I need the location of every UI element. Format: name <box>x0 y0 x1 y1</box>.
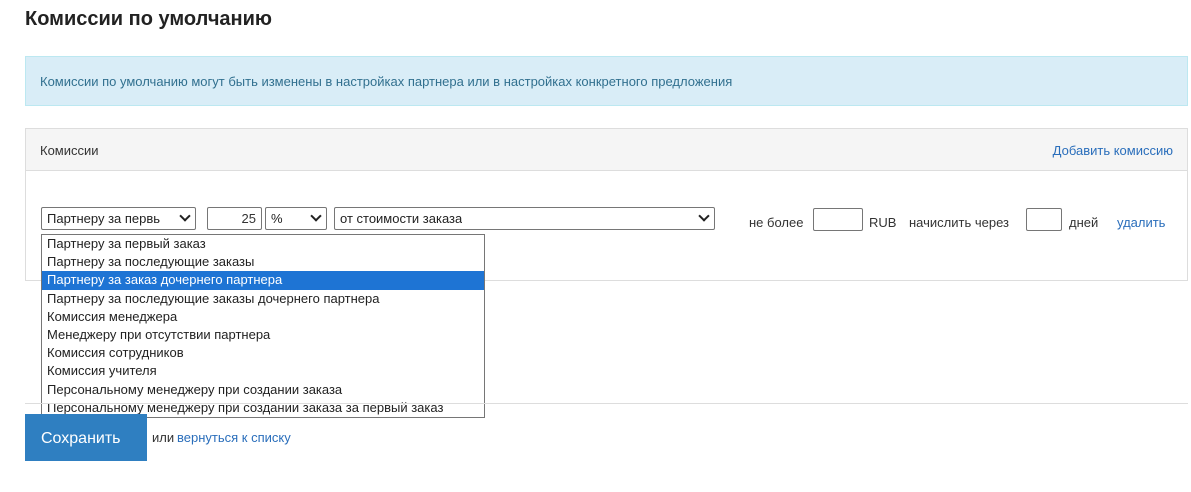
currency-label: RUB <box>869 215 897 230</box>
commission-base-select[interactable]: от стоимости заказа <box>334 207 715 230</box>
or-text: или <box>152 430 175 445</box>
add-commission-link[interactable]: Добавить комиссию <box>1053 143 1173 158</box>
panel-header: Комиссии Добавить комиссию <box>26 129 1187 171</box>
max-label: не более <box>749 215 804 230</box>
chevron-down-icon <box>179 210 191 222</box>
commission-base-value: от стоимости заказа <box>340 211 463 226</box>
commission-type-select[interactable]: Партнеру за первь <box>41 207 196 230</box>
page-title: Комиссии по умолчанию <box>25 8 273 30</box>
dropdown-option[interactable]: Персональному менеджеру при создании зак… <box>42 381 484 399</box>
dropdown-option[interactable]: Менеджеру при отсутствии партнера <box>42 326 484 344</box>
save-button-label: Сохранить <box>41 430 121 447</box>
info-alert: Комиссии по умолчанию могут быть изменен… <box>25 56 1188 106</box>
dropdown-option[interactable]: Партнеру за последующие заказы <box>42 253 484 271</box>
commission-amount-value: 25 <box>241 211 256 226</box>
days-label: дней <box>1069 215 1099 230</box>
panel-title: Комиссии <box>40 143 99 158</box>
commission-unit-select[interactable]: % <box>265 207 327 230</box>
commission-unit-value: % <box>271 211 283 226</box>
commission-type-value: Партнеру за первь <box>47 211 161 226</box>
delete-commission-link[interactable]: удалить <box>1117 215 1165 230</box>
footer-divider <box>25 403 1188 404</box>
max-amount-input[interactable] <box>813 208 863 231</box>
dropdown-option[interactable]: Комиссия учителя <box>42 362 484 380</box>
chevron-down-icon <box>698 210 710 222</box>
dropdown-option[interactable]: Партнеру за первый заказ <box>42 235 484 253</box>
commission-amount-input[interactable]: 25 <box>207 207 262 230</box>
dropdown-option[interactable]: Комиссия сотрудников <box>42 344 484 362</box>
dropdown-option[interactable]: Партнеру за последующие заказы дочернего… <box>42 290 484 308</box>
info-alert-text: Комиссии по умолчанию могут быть изменен… <box>40 74 733 89</box>
dropdown-option[interactable]: Партнеру за заказ дочернего партнера <box>42 271 484 290</box>
back-to-list-link[interactable]: вернуться к списку <box>177 430 291 445</box>
save-button[interactable]: Сохранить <box>25 414 147 461</box>
commission-type-dropdown: Партнеру за первый заказ Партнеру за пос… <box>41 234 485 418</box>
delay-label: начислить через <box>909 215 1009 230</box>
dropdown-option[interactable]: Комиссия менеджера <box>42 308 484 326</box>
delay-days-input[interactable] <box>1026 208 1062 231</box>
chevron-down-icon <box>310 210 322 222</box>
